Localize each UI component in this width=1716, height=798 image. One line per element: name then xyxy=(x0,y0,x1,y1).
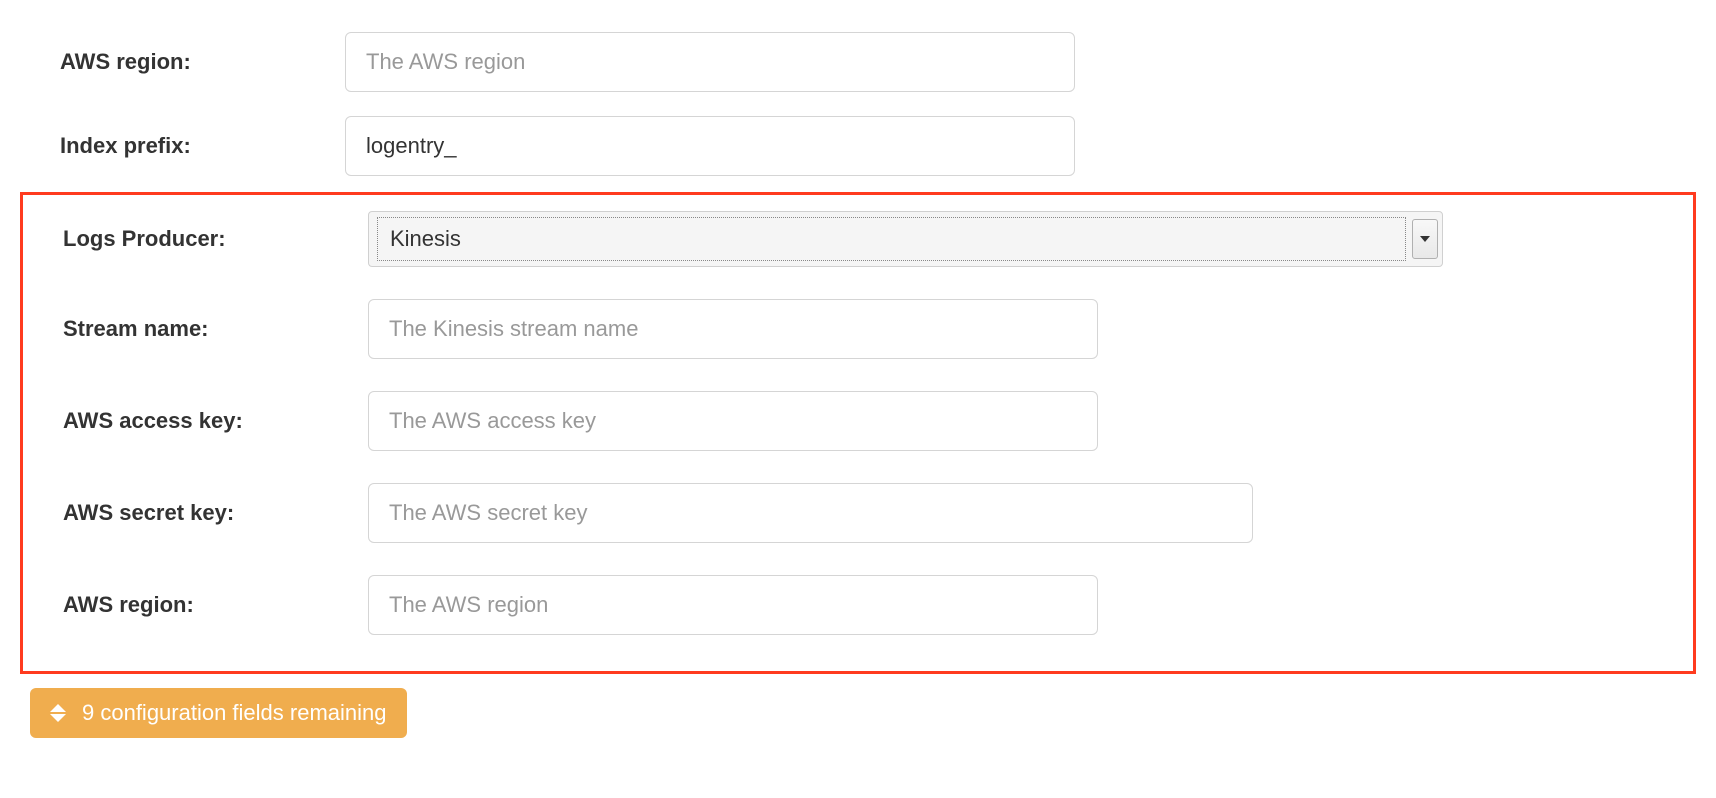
logs-producer-input-wrapper: Kinesis xyxy=(368,211,1693,267)
config-form: AWS region: Index prefix: Logs Producer:… xyxy=(0,20,1716,738)
stream-name-label: Stream name: xyxy=(23,316,368,342)
logs-producer-highlight: Logs Producer: Kinesis Stream name: AW xyxy=(20,192,1696,674)
aws-region-bottom-row: AWS region: xyxy=(23,559,1693,651)
index-prefix-input[interactable] xyxy=(345,116,1075,176)
aws-region-top-input-wrapper xyxy=(345,32,1716,92)
aws-access-key-label: AWS access key: xyxy=(23,408,368,434)
index-prefix-label: Index prefix: xyxy=(0,133,345,159)
logs-producer-dropdown-button[interactable] xyxy=(1412,219,1438,259)
aws-secret-key-row: AWS secret key: xyxy=(23,467,1693,559)
stream-name-input[interactable] xyxy=(368,299,1098,359)
logs-producer-select[interactable]: Kinesis xyxy=(368,211,1443,267)
sort-icon xyxy=(50,704,66,722)
aws-access-key-input[interactable] xyxy=(368,391,1098,451)
aws-region-bottom-label: AWS region: xyxy=(23,592,368,618)
stream-name-input-wrapper xyxy=(368,299,1693,359)
config-remaining-text: 9 configuration fields remaining xyxy=(82,700,387,726)
config-remaining-button[interactable]: 9 configuration fields remaining xyxy=(30,688,407,738)
aws-access-key-row: AWS access key: xyxy=(23,375,1693,467)
logs-producer-value: Kinesis xyxy=(377,217,1406,261)
chevron-down-icon xyxy=(1420,236,1430,242)
logs-producer-label: Logs Producer: xyxy=(23,226,368,252)
aws-region-top-label: AWS region: xyxy=(0,49,345,75)
stream-name-row: Stream name: xyxy=(23,283,1693,375)
aws-region-bottom-input[interactable] xyxy=(368,575,1098,635)
aws-secret-key-input[interactable] xyxy=(368,483,1253,543)
aws-region-top-input[interactable] xyxy=(345,32,1075,92)
index-prefix-input-wrapper xyxy=(345,116,1716,176)
aws-access-key-input-wrapper xyxy=(368,391,1693,451)
aws-region-top-row: AWS region: xyxy=(0,20,1716,104)
index-prefix-row: Index prefix: xyxy=(0,104,1716,188)
aws-secret-key-input-wrapper xyxy=(368,483,1693,543)
logs-producer-row: Logs Producer: Kinesis xyxy=(23,195,1693,283)
aws-region-bottom-input-wrapper xyxy=(368,575,1693,635)
aws-secret-key-label: AWS secret key: xyxy=(23,500,368,526)
